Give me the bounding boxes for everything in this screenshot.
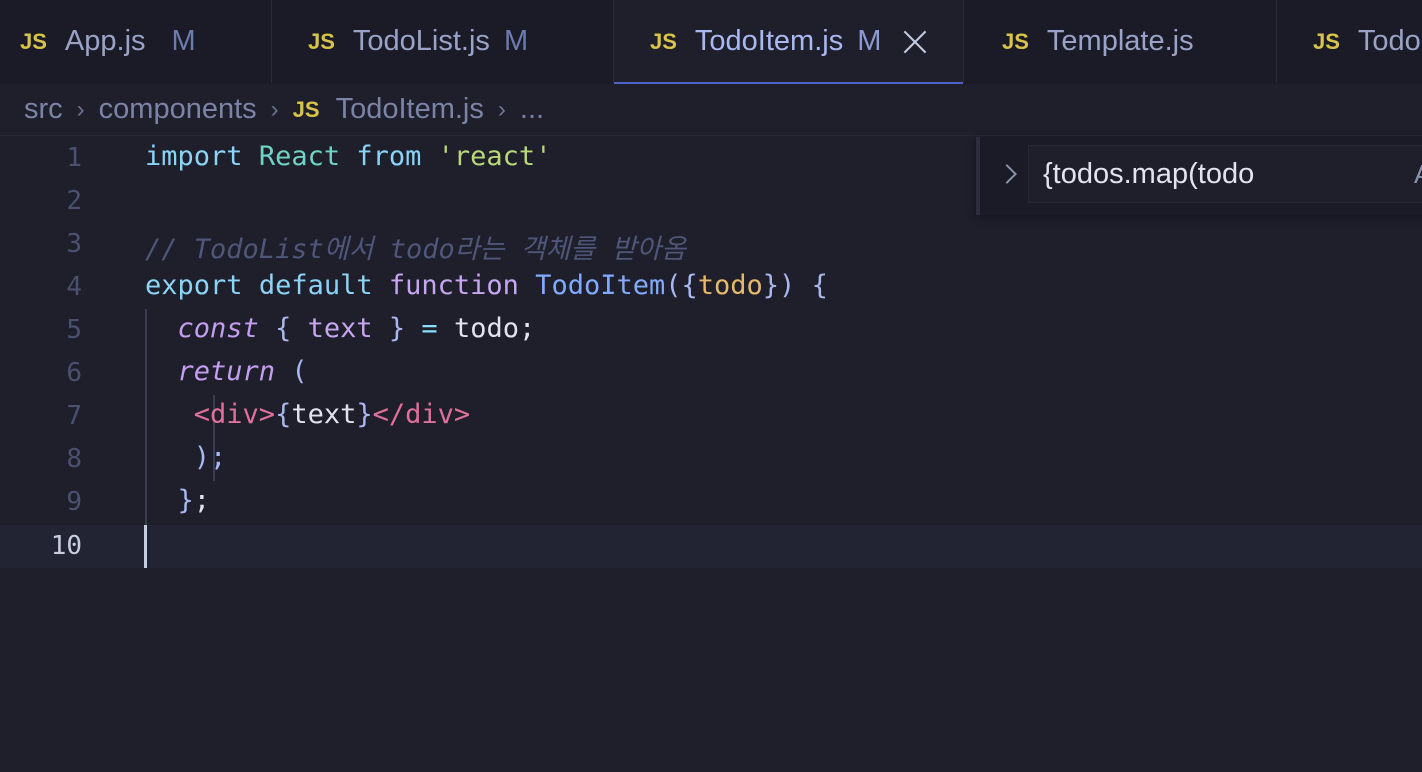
code-line: 9 };: [0, 481, 1422, 524]
code-editor[interactable]: 1 import React from 'react' 2 3 // TodoL…: [0, 137, 1422, 772]
code-token: TodoItem: [535, 270, 666, 301]
code-line: 7 <div>{text}</div>: [0, 395, 1422, 438]
code-line: 5 const { text } = todo;: [0, 309, 1422, 352]
code-token: function: [388, 270, 519, 301]
breadcrumb: src › components › JS TodoItem.js › ...: [0, 84, 1422, 136]
code-token: </div>: [372, 399, 471, 430]
code-token: text: [307, 313, 373, 344]
code-token: 'react': [437, 141, 552, 172]
code-comment: // TodoList에서 todo라는 객체를 받아옴: [145, 234, 686, 265]
line-number: 6: [66, 358, 82, 388]
javascript-file-icon: JS: [20, 28, 47, 54]
code-token: text: [291, 399, 357, 430]
code-token: return: [177, 356, 276, 387]
code-token: todo;: [453, 313, 536, 344]
line-number: 9: [66, 487, 82, 517]
code-token: {: [811, 270, 828, 301]
close-icon[interactable]: [903, 30, 927, 54]
code-line: 4 export default function TodoItem({todo…: [0, 266, 1422, 309]
code-token: export: [145, 270, 243, 301]
code-token: <div>: [193, 399, 276, 430]
tab-bar: JS App.js M JS TodoList.js M JS TodoItem…: [0, 0, 1422, 84]
tab-label: TodoItem.js: [694, 25, 844, 57]
line-number: 2: [66, 186, 82, 216]
breadcrumb-components[interactable]: components: [99, 93, 257, 126]
tab-label: Todo: [1357, 25, 1421, 57]
modified-indicator: M: [503, 25, 529, 57]
javascript-file-icon: JS: [308, 28, 335, 54]
line-number: 1: [66, 143, 82, 173]
code-token: ({: [665, 270, 698, 301]
code-token: ;: [193, 485, 211, 516]
javascript-file-icon: JS: [1313, 28, 1340, 54]
tab-label: App.js: [64, 25, 146, 57]
breadcrumb-more[interactable]: ...: [520, 93, 544, 126]
code-token: from: [356, 141, 422, 172]
breadcrumb-src[interactable]: src: [24, 93, 63, 126]
line-number: 10: [50, 531, 82, 561]
javascript-file-icon: JS: [292, 96, 320, 122]
javascript-file-icon: JS: [650, 28, 677, 54]
code-line: 8 );: [0, 438, 1422, 481]
code-token: const: [177, 313, 259, 344]
tab-label: Template.js: [1046, 25, 1194, 57]
line-number: 5: [66, 315, 82, 345]
modified-indicator: M: [857, 25, 882, 57]
modified-indicator: M: [171, 25, 196, 57]
code-line: 6 return (: [0, 352, 1422, 395]
line-number: 8: [66, 444, 82, 474]
line-number: 4: [66, 272, 82, 302]
chevron-right-icon[interactable]: [994, 161, 1022, 189]
chevron-right-icon: ›: [497, 95, 506, 123]
code-token: todo: [697, 270, 763, 301]
code-line-current: 10: [0, 525, 1422, 568]
match-case-toggle[interactable]: A: [1414, 159, 1422, 190]
code-token: );: [193, 442, 227, 473]
code-token: import: [145, 141, 243, 172]
code-token: }: [177, 485, 194, 516]
code-token: {: [275, 313, 292, 344]
text-cursor: [144, 525, 147, 568]
line-number: 7: [66, 401, 82, 431]
code-token: }: [388, 313, 406, 344]
chevron-right-icon: ›: [76, 95, 85, 123]
find-widget: {todos.map(todo A: [976, 137, 1422, 215]
code-token: {: [275, 399, 292, 430]
code-token: (: [291, 356, 308, 387]
code-line: 3 // TodoList에서 todo라는 객체를 받아옴: [0, 223, 1422, 266]
javascript-file-icon: JS: [1002, 28, 1029, 54]
code-token: default: [258, 270, 373, 301]
tab-todolist-js[interactable]: JS TodoList.js M: [272, 0, 614, 83]
line-number: 3: [66, 229, 82, 259]
tab-template-js[interactable]: JS Template.js: [964, 0, 1277, 83]
code-token: }: [356, 399, 373, 430]
chevron-right-icon: ›: [270, 95, 279, 123]
breadcrumb-file[interactable]: TodoItem.js: [336, 93, 484, 126]
tab-app-js[interactable]: JS App.js M: [0, 0, 272, 83]
tab-label: TodoList.js: [352, 25, 490, 57]
code-token: React: [258, 141, 341, 172]
tab-todo-partial[interactable]: JS Todo: [1277, 0, 1422, 83]
tab-todoitem-js[interactable]: JS TodoItem.js M: [614, 0, 964, 84]
find-input[interactable]: {todos.map(todo: [1028, 145, 1422, 203]
code-token: }): [762, 270, 796, 301]
code-token: =: [421, 313, 438, 344]
